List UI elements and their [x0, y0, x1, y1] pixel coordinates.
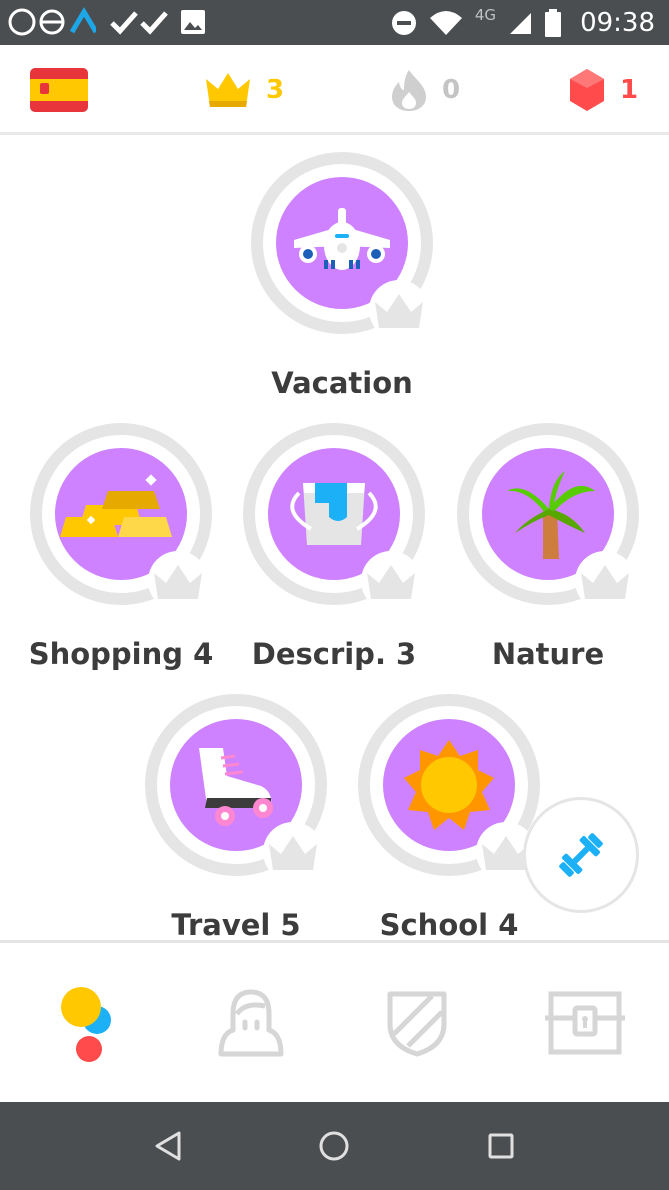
nav-learn[interactable]	[38, 983, 128, 1063]
recents-button[interactable]	[479, 1124, 523, 1168]
gems-counter[interactable]: 1	[568, 45, 638, 135]
battery-icon	[545, 8, 562, 37]
android-navigation-bar	[0, 1102, 669, 1190]
flame-icon	[392, 70, 426, 111]
crown-icon	[206, 73, 250, 107]
skill-progress-ring	[251, 152, 433, 336]
back-triangle-icon	[155, 1131, 181, 1161]
dumbbell-icon	[559, 833, 603, 877]
check-icon	[110, 11, 168, 35]
recents-square-icon	[488, 1133, 514, 1159]
streak-counter[interactable]: 0	[390, 45, 460, 135]
do-not-disturb-icon	[391, 10, 416, 35]
home-button[interactable]	[312, 1124, 356, 1168]
wifi-icon	[429, 10, 462, 35]
crowns-counter[interactable]: 3	[204, 45, 284, 135]
skill-progress-ring	[457, 423, 639, 607]
gem-icon	[570, 69, 604, 111]
signal-icon	[510, 12, 532, 34]
language-selector[interactable]	[30, 45, 88, 135]
status-time: 09:38	[580, 7, 655, 38]
skill-progress-ring	[358, 694, 540, 878]
streak-count: 0	[442, 75, 461, 105]
skill-progress-ring	[30, 423, 212, 607]
practice-button[interactable]	[523, 797, 639, 913]
learn-dots-icon	[61, 987, 111, 1062]
status-bar: 4G 09:38	[0, 0, 669, 45]
skill-progress-ring	[145, 694, 327, 878]
home-circle-icon	[319, 1131, 349, 1161]
image-icon	[181, 10, 205, 34]
skill-label: School 4	[379, 908, 519, 940]
profile-icon	[218, 989, 284, 1057]
shield-icon	[387, 991, 447, 1057]
nav-leagues[interactable]	[372, 983, 462, 1063]
network-type: 4G	[474, 5, 497, 24]
nav-shop[interactable]	[540, 983, 630, 1063]
notification-app-icons	[8, 7, 96, 36]
skill-label: Vacation	[271, 366, 413, 400]
back-button[interactable]	[146, 1124, 190, 1168]
top-stats-bar: 3 0 1	[0, 45, 669, 135]
nav-profile[interactable]	[206, 983, 296, 1063]
skill-label: Nature	[491, 637, 605, 671]
skill-progress-ring	[243, 423, 425, 607]
crowns-count: 3	[266, 75, 285, 105]
spain-flag-icon	[30, 68, 88, 112]
bottom-navigation	[0, 940, 669, 1102]
treasure-chest-icon	[545, 991, 625, 1055]
gems-count: 1	[620, 75, 639, 105]
